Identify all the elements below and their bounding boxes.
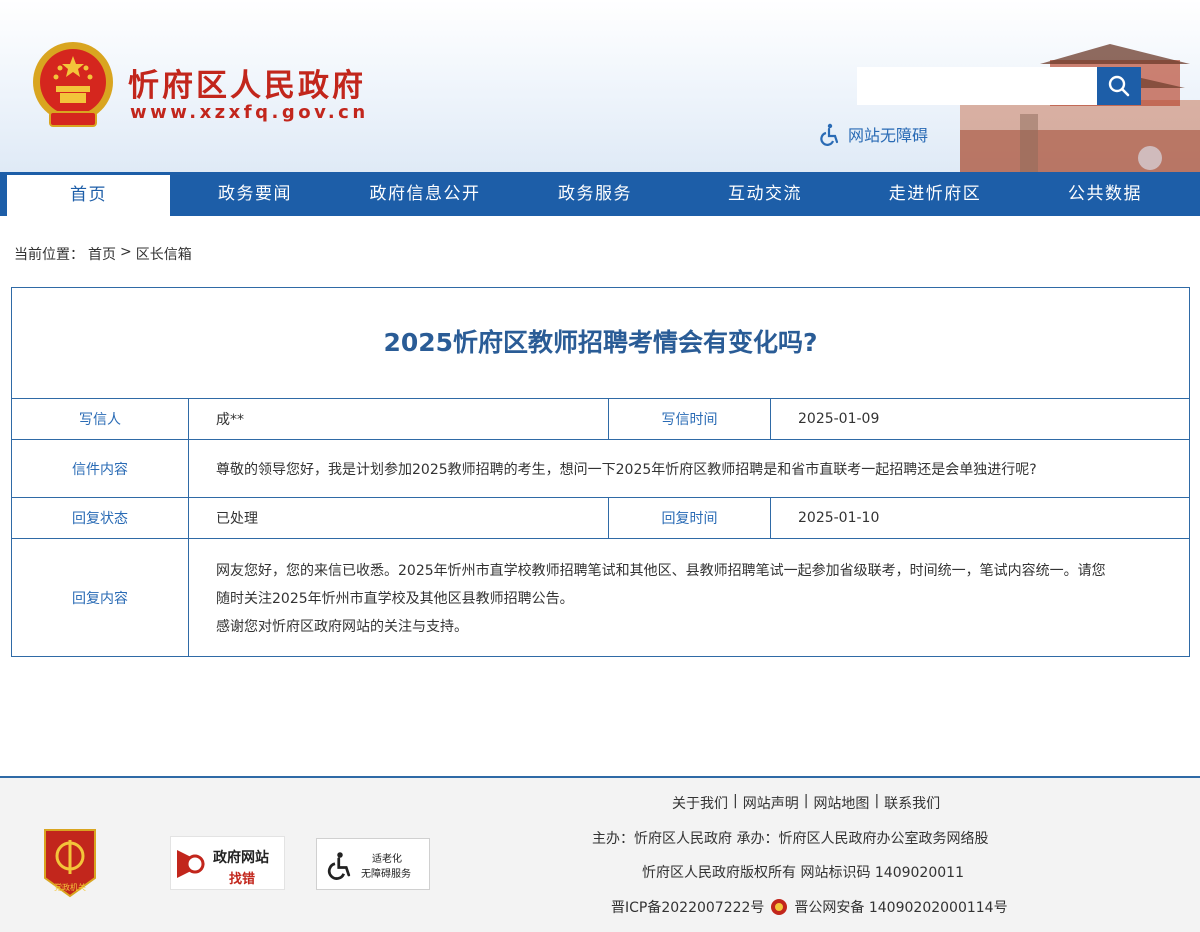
site-url: www.xzxfq.gov.cn <box>130 102 369 123</box>
footer-link-separator: | <box>874 793 880 809</box>
footer-link-about[interactable]: 关于我们 <box>672 793 728 813</box>
site-title: 忻府区人民政府 <box>128 68 366 104</box>
nav-info-disclosure[interactable]: 政府信息公开 <box>340 172 510 216</box>
footer-host-info: 主办：忻府区人民政府 承办：忻府区人民政府办公室政务网络股 <box>592 831 989 847</box>
breadcrumb-current[interactable]: 区长信箱 <box>136 244 192 264</box>
letter-card: 2025忻府区教师招聘考情会有变化吗? 写信人 成** 写信时间 2025-01… <box>11 287 1190 657</box>
police-badge-icon <box>771 899 788 915</box>
letter-title: 2025忻府区教师招聘考情会有变化吗? <box>383 328 818 357</box>
wheelchair-icon[interactable] <box>818 122 842 146</box>
party-government-badge[interactable]: 党政机关 <box>41 826 99 898</box>
reply-line-3: 感谢您对忻府区政府网站的关注与支持。 <box>216 619 468 635</box>
nav-news[interactable]: 政务要闻 <box>170 172 340 216</box>
row-status: 回复状态 已处理 回复时间 2025-01-10 <box>12 497 1189 538</box>
write-time-value: 2025-01-09 <box>770 399 1189 439</box>
breadcrumb-separator: > <box>120 244 132 260</box>
footer-links: 关于我们 | 网站声明 | 网站地图 | 联系我们 <box>672 793 940 813</box>
elderly-label: 适老化 <box>372 854 402 865</box>
status-value: 已处理 <box>188 498 608 538</box>
reply-time-label: 回复时间 <box>608 498 770 538</box>
site-header: 忻府区人民政府 www.xzxfq.gov.cn 网站无障碍 <box>0 0 1200 172</box>
nav-interaction[interactable]: 互动交流 <box>680 172 850 216</box>
reply-time-value: 2025-01-10 <box>770 498 1189 538</box>
row-content: 信件内容 尊敬的领导您好，我是计划参加2025教师招聘的考生，想问一下2025年… <box>12 439 1189 497</box>
footer-link-separator: | <box>733 793 738 809</box>
footer-copyright: 忻府区人民政府版权所有 网站标识码 1409020011 <box>642 865 964 881</box>
accessibility-link[interactable]: 网站无障碍 <box>848 122 928 146</box>
gov-site-label: 政府网站 <box>213 850 269 866</box>
error-report-label: 找错 <box>229 872 256 887</box>
breadcrumb-prefix: 当前位置： <box>14 247 84 263</box>
nav-about-district[interactable]: 走进忻府区 <box>850 172 1020 216</box>
writer-label: 写信人 <box>79 412 121 428</box>
nav-home[interactable]: 首页 <box>7 175 170 216</box>
nav-public-data[interactable]: 公共数据 <box>1020 172 1190 216</box>
main-nav: 首页 政务要闻 政府信息公开 政务服务 互动交流 走进忻府区 公共数据 <box>0 172 1200 216</box>
party-government-badge-text: 党政机关 <box>54 882 86 892</box>
accessibility-service-label: 无障碍服务 <box>361 869 411 880</box>
footer-link-sitemap[interactable]: 网站地图 <box>813 793 869 813</box>
police-record-link[interactable]: 晋公网安备 14090202000114号 <box>794 897 1007 917</box>
writer-value: 成** <box>188 399 608 439</box>
content-label: 信件内容 <box>72 461 128 478</box>
national-emblem-icon <box>33 42 113 127</box>
icp-link[interactable]: 晋ICP备2022007222号 <box>611 897 764 917</box>
footer-link-contact[interactable]: 联系我们 <box>884 793 940 813</box>
reply-line-1: 网友您好，您的来信已收悉。2025年忻州市直学校教师招聘笔试和其他区、县教师招聘… <box>216 563 1106 579</box>
nav-services[interactable]: 政务服务 <box>510 172 680 216</box>
status-label: 回复状态 <box>72 511 128 527</box>
row-reply: 回复内容 网友您好，您的来信已收悉。2025年忻州市直学校教师招聘笔试和其他区、… <box>12 538 1189 656</box>
reply-content: 网友您好，您的来信已收悉。2025年忻州市直学校教师招聘笔试和其他区、县教师招聘… <box>188 539 1189 656</box>
header-tools: 网站无障碍 <box>818 122 964 146</box>
content-value: 尊敬的领导您好，我是计划参加2025教师招聘的考生，想问一下2025年忻府区教师… <box>188 440 1189 497</box>
search-icon <box>1108 75 1130 97</box>
footer-link-statement[interactable]: 网站声明 <box>743 793 799 813</box>
footer-registration: 晋ICP备2022007222号 晋公网安备 14090202000114号 <box>611 897 1008 917</box>
elderly-accessibility-badge[interactable]: 适老化 无障碍服务 <box>316 838 430 890</box>
reply-label: 回复内容 <box>72 590 128 607</box>
breadcrumb: 当前位置： 首页 > 区长信箱 <box>14 244 192 264</box>
gov-site-error-report-badge[interactable]: 政府网站 找错 <box>170 836 285 890</box>
magnifier-icon <box>177 850 205 878</box>
footer-link-separator: | <box>803 793 809 809</box>
search-button[interactable] <box>1097 67 1141 105</box>
row-writer: 写信人 成** 写信时间 2025-01-09 <box>12 398 1189 439</box>
breadcrumb-home[interactable]: 首页 <box>88 244 116 264</box>
search-input[interactable] <box>857 67 1097 105</box>
wheelchair-icon <box>327 852 351 880</box>
reply-line-2: 随时关注2025年忻州市直学校及其他区县教师招聘公告。 <box>216 591 574 607</box>
write-time-label: 写信时间 <box>608 399 770 439</box>
